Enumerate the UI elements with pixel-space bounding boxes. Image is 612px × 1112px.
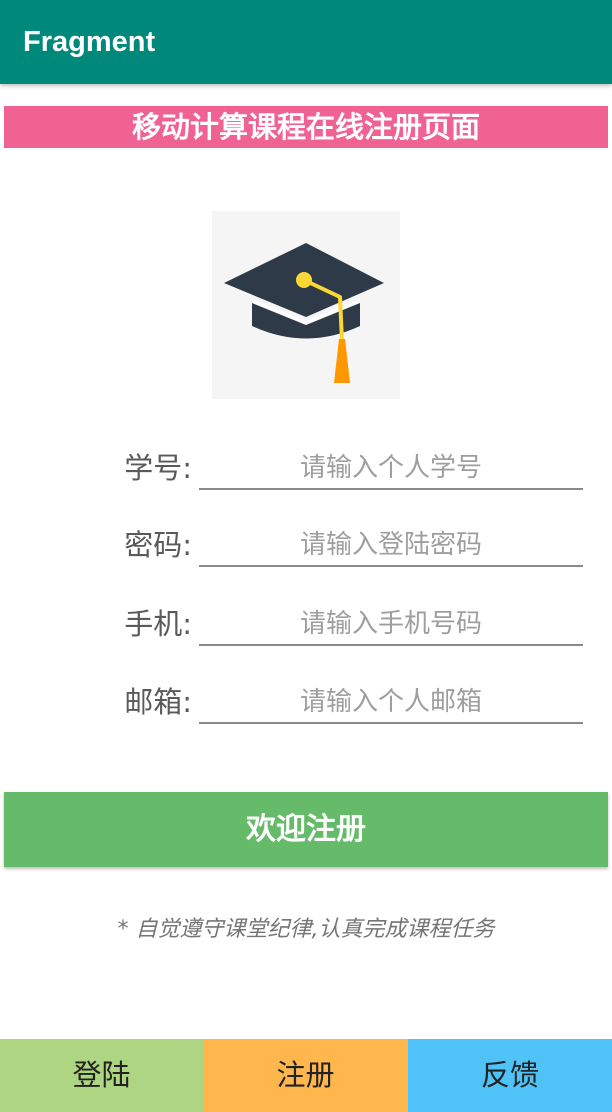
- email-input[interactable]: [199, 682, 583, 724]
- nav-login-tab[interactable]: 登陆: [0, 1039, 203, 1112]
- graduation-cap-icon: [224, 243, 384, 383]
- register-button[interactable]: 欢迎注册: [4, 792, 608, 867]
- student-id-input[interactable]: [199, 448, 583, 490]
- password-row: 密码:: [0, 511, 612, 571]
- phone-row: 手机:: [0, 590, 612, 650]
- app-bar: Fragment: [0, 0, 612, 84]
- nav-feedback-tab[interactable]: 反馈: [408, 1039, 612, 1112]
- phone-label: 手机:: [124, 607, 192, 641]
- email-row: 邮箱:: [0, 668, 612, 728]
- password-label: 密码:: [124, 528, 192, 562]
- discipline-notice: * 自觉遵守课堂纪律,认真完成课程任务: [117, 917, 495, 942]
- password-input[interactable]: [199, 525, 583, 567]
- student-id-label: 学号:: [124, 451, 192, 485]
- course-logo: [212, 211, 400, 399]
- student-id-row: 学号:: [0, 434, 612, 494]
- bottom-nav: 登陆 注册 反馈: [0, 1039, 612, 1112]
- page-banner: 移动计算课程在线注册页面: [4, 106, 608, 148]
- nav-register-tab[interactable]: 注册: [203, 1039, 408, 1112]
- phone-input[interactable]: [199, 604, 583, 646]
- app-title: Fragment: [23, 26, 156, 58]
- email-label: 邮箱:: [124, 685, 192, 719]
